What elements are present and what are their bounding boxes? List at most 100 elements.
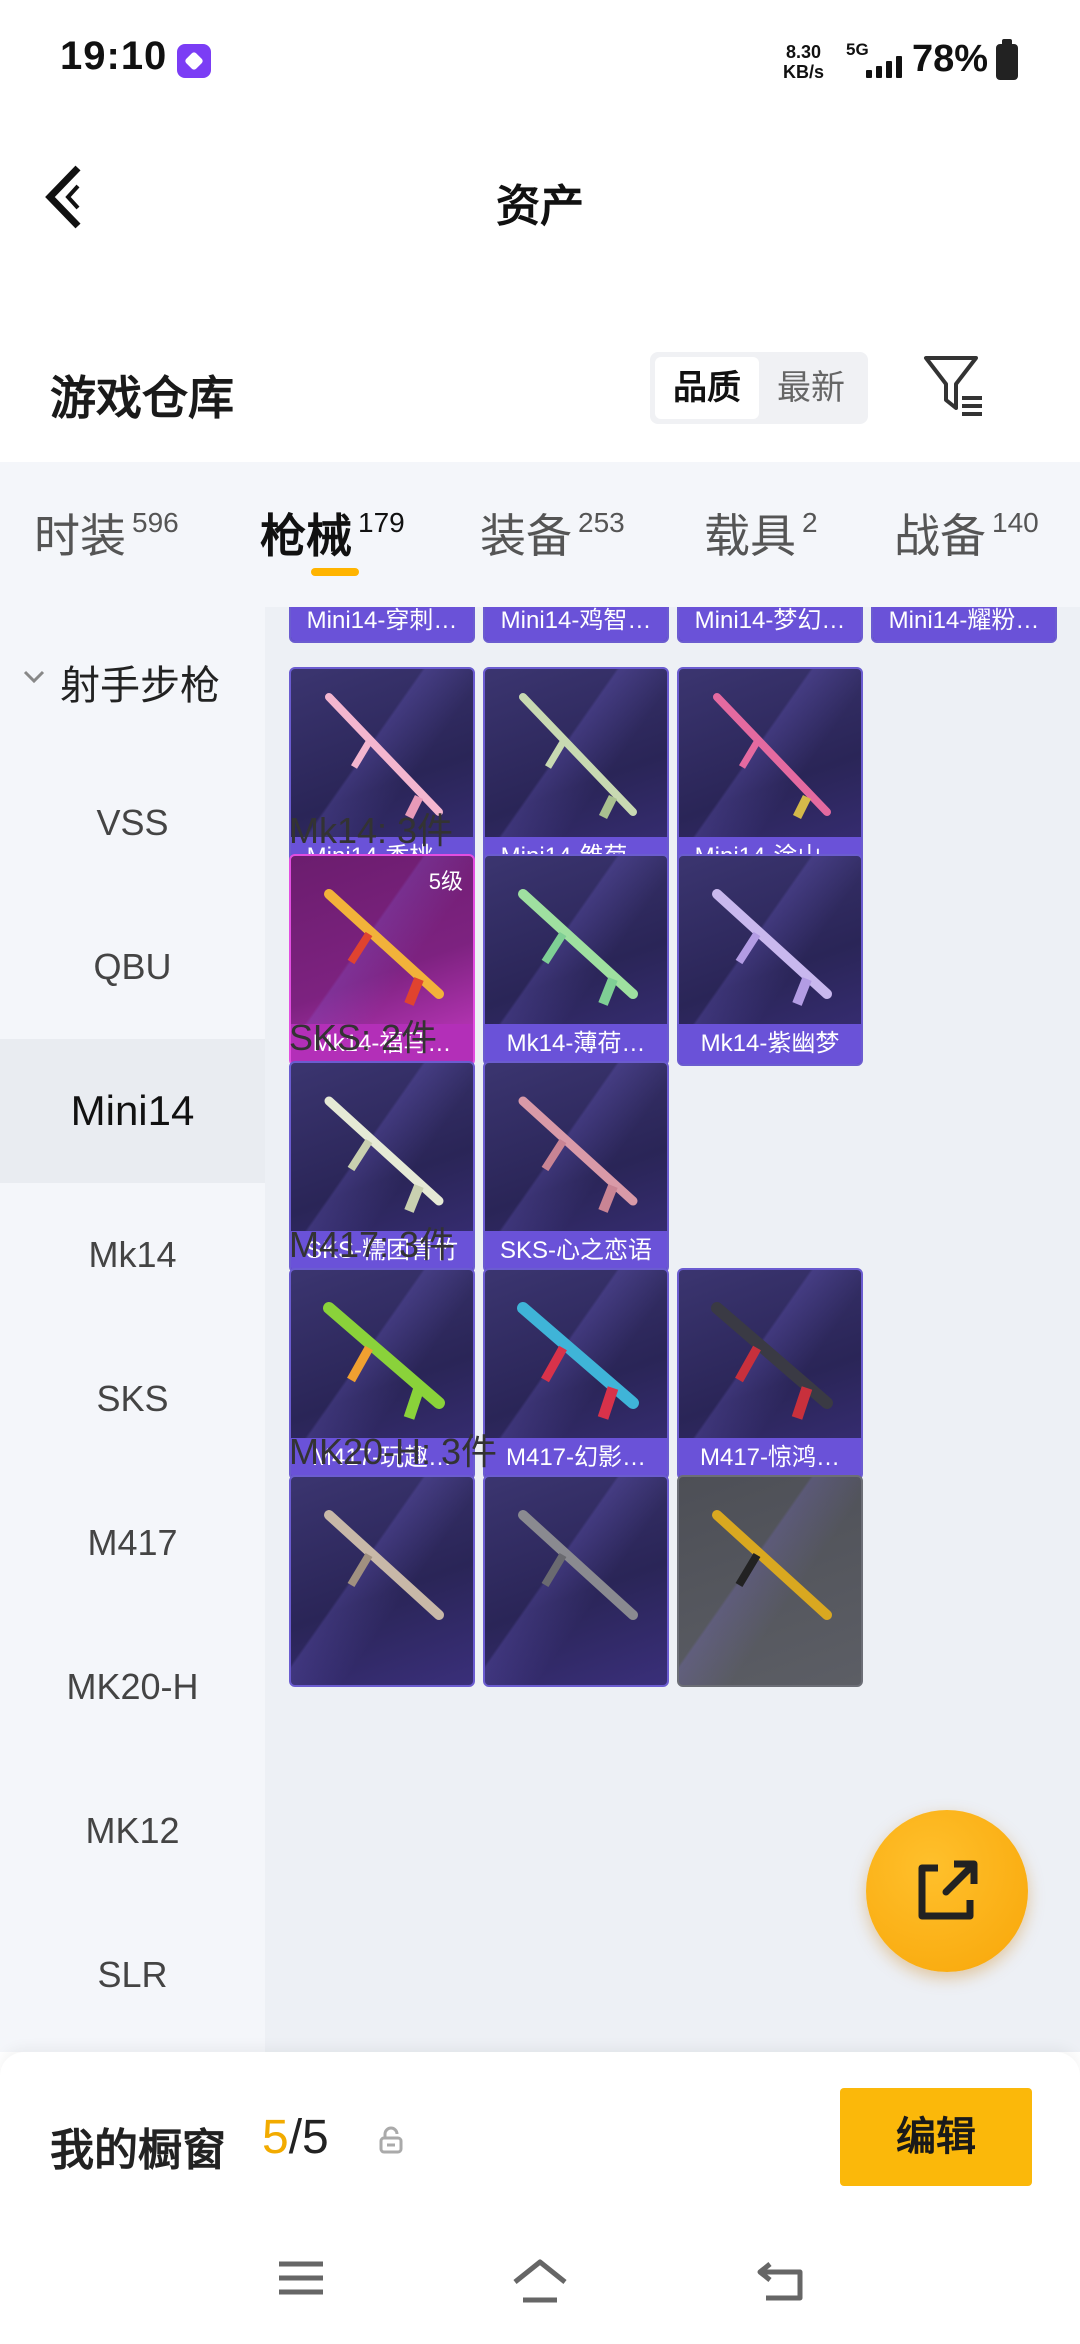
skin-card[interactable]: Mk14-紫幽梦 xyxy=(677,854,863,1066)
rifle-icon xyxy=(518,889,638,1006)
rifle-icon xyxy=(324,1510,444,1620)
home-icon[interactable] xyxy=(511,2258,569,2306)
skin-card[interactable]: Mini14-梦幻… xyxy=(677,607,863,643)
tab-weapons[interactable]: 枪械 179 xyxy=(260,500,405,566)
skin-card[interactable]: Mini14-耀粉… xyxy=(871,607,1057,643)
skin-card[interactable]: Mini14-鸡智… xyxy=(483,607,669,643)
category-tabs: 时装 596 枪械 179 装备 253 载具 2 战备 140 xyxy=(0,462,1080,607)
active-tab-indicator xyxy=(311,568,359,576)
skin-card[interactable]: Mini14-穿刺… xyxy=(289,607,475,643)
tab-label: 时装 xyxy=(34,510,126,562)
sort-option-quality[interactable]: 品质 xyxy=(655,357,759,419)
sidebar-item-mk20h[interactable]: MK20-H xyxy=(0,1615,265,1759)
sidebar-item-slr[interactable]: SLR xyxy=(0,1903,265,2047)
rifle-icon xyxy=(713,693,831,820)
sidebar-item-mk14[interactable]: Mk14 xyxy=(0,1183,265,1327)
tab-vehicles[interactable]: 载具 2 xyxy=(704,500,818,566)
menu-icon[interactable] xyxy=(276,2258,326,2298)
tab-count: 2 xyxy=(802,506,818,538)
rifle-icon xyxy=(712,889,832,1006)
sidebar-group-label: 射手步枪 xyxy=(60,664,220,708)
tab-equipment[interactable]: 装备 253 xyxy=(480,500,625,566)
skin-card[interactable]: M417-幻影… xyxy=(483,1268,669,1480)
battery-icon xyxy=(996,39,1018,80)
skin-name: Mk14-紫幽梦 xyxy=(679,1024,861,1064)
rifle-icon xyxy=(324,1096,444,1213)
share-button[interactable] xyxy=(866,1810,1028,1972)
skin-card[interactable]: Mini14-涂山… xyxy=(677,667,863,879)
network-speed-value: 8.30 xyxy=(785,42,822,62)
group-title-mk20h: MK20-H: 3件 xyxy=(289,1431,498,1472)
rifle-icon xyxy=(712,1510,832,1620)
group-title-m417: M417: 3件 xyxy=(289,1224,456,1265)
chevron-down-icon xyxy=(23,670,45,684)
filter-button[interactable] xyxy=(920,352,986,418)
skin-name: M417-惊鸿… xyxy=(679,1438,861,1478)
battery-level: 78% xyxy=(912,38,989,80)
sidebar-item-mk12[interactable]: MK12 xyxy=(0,1759,265,1903)
section-title: 游戏仓库 xyxy=(50,372,234,424)
showcase-label: 我的橱窗 xyxy=(50,2126,226,2175)
skin-card[interactable]: Mk14-薄荷… xyxy=(483,854,669,1066)
sort-option-latest[interactable]: 最新 xyxy=(759,357,863,419)
showcase-total: 5 xyxy=(302,2111,329,2164)
edit-button[interactable]: 编辑 xyxy=(840,2088,1032,2186)
skin-name: Mini14-耀粉… xyxy=(873,607,1055,641)
skin-name: Mini14-穿刺… xyxy=(291,607,473,641)
network-speed: 8.30 KB/s xyxy=(783,42,824,82)
skin-name: Mini14-鸡智… xyxy=(485,607,667,641)
network-speed-unit: KB/s xyxy=(783,62,825,82)
back-nav-icon[interactable] xyxy=(756,2258,808,2302)
skin-card[interactable] xyxy=(483,1475,669,1687)
group-title-sks: SKS: 2件 xyxy=(289,1017,438,1058)
sidebar-item-sks[interactable]: SKS xyxy=(0,1327,265,1471)
showcase-bar: 我的橱窗 5/5 编辑 xyxy=(0,2052,1080,2222)
status-bar: 19:10 8.30 KB/s 5G 78% xyxy=(0,0,1080,120)
sidebar-item-qbu[interactable]: QBU xyxy=(0,895,265,1039)
signal-icon xyxy=(864,56,904,78)
rifle-icon xyxy=(518,1510,638,1620)
tab-count: 596 xyxy=(132,506,179,538)
tab-label: 装备 xyxy=(480,510,572,562)
rifle-icon xyxy=(519,693,637,820)
showcase-count: 5/5 xyxy=(262,2110,329,2165)
tab-label: 战备 xyxy=(894,510,986,562)
skin-name: Mk14-薄荷… xyxy=(485,1024,667,1064)
rifle-icon xyxy=(711,1302,833,1420)
rifle-icon xyxy=(324,889,444,1006)
tab-label: 载具 xyxy=(704,510,796,562)
filter-icon xyxy=(924,356,982,416)
tab-count: 140 xyxy=(992,506,1039,538)
sidebar-item-vss[interactable]: VSS xyxy=(0,751,265,895)
skin-name: M417-幻影… xyxy=(485,1438,667,1478)
sort-toggle: 品质 最新 xyxy=(650,352,868,424)
rifle-icon xyxy=(517,1302,639,1420)
system-navigation-bar xyxy=(0,2222,1080,2344)
lock-icon xyxy=(379,2126,403,2154)
rifle-icon xyxy=(323,1302,445,1420)
page-title: 资产 xyxy=(496,182,584,231)
showcase-separator: / xyxy=(288,2111,303,2164)
skin-name: SKS-心之恋语 xyxy=(485,1231,667,1271)
sidebar-item-m417[interactable]: M417 xyxy=(0,1471,265,1615)
tab-fashion[interactable]: 时装 596 xyxy=(34,500,179,566)
tab-count: 253 xyxy=(578,506,625,538)
tab-label: 枪械 xyxy=(260,510,352,562)
skin-card[interactable] xyxy=(677,1475,863,1687)
skin-card[interactable]: SKS-心之恋语 xyxy=(483,1061,669,1273)
group-title-mk14: Mk14: 3件 xyxy=(289,810,454,851)
sidebar-item-mini14[interactable]: Mini14 xyxy=(0,1039,265,1183)
subcategory-sidebar: 射手步枪 VSS QBU Mini14 Mk14 SKS M417 MK20-H… xyxy=(0,607,265,2052)
skin-card[interactable] xyxy=(289,1475,475,1687)
sidebar-group-marksman[interactable]: 射手步枪 xyxy=(0,637,265,717)
skin-card[interactable]: M417-惊鸿… xyxy=(677,1268,863,1480)
showcase-current: 5 xyxy=(262,2111,289,2164)
rifle-icon xyxy=(518,1096,638,1213)
status-time: 19:10 xyxy=(60,34,168,78)
app-notification-icon xyxy=(177,44,211,78)
tab-count: 179 xyxy=(358,506,405,538)
share-icon xyxy=(918,1860,978,1920)
skin-card[interactable]: Mini14-雏菊… xyxy=(483,667,669,879)
tab-supplies[interactable]: 战备 140 xyxy=(894,500,1039,566)
skin-name: Mini14-梦幻… xyxy=(679,607,861,641)
